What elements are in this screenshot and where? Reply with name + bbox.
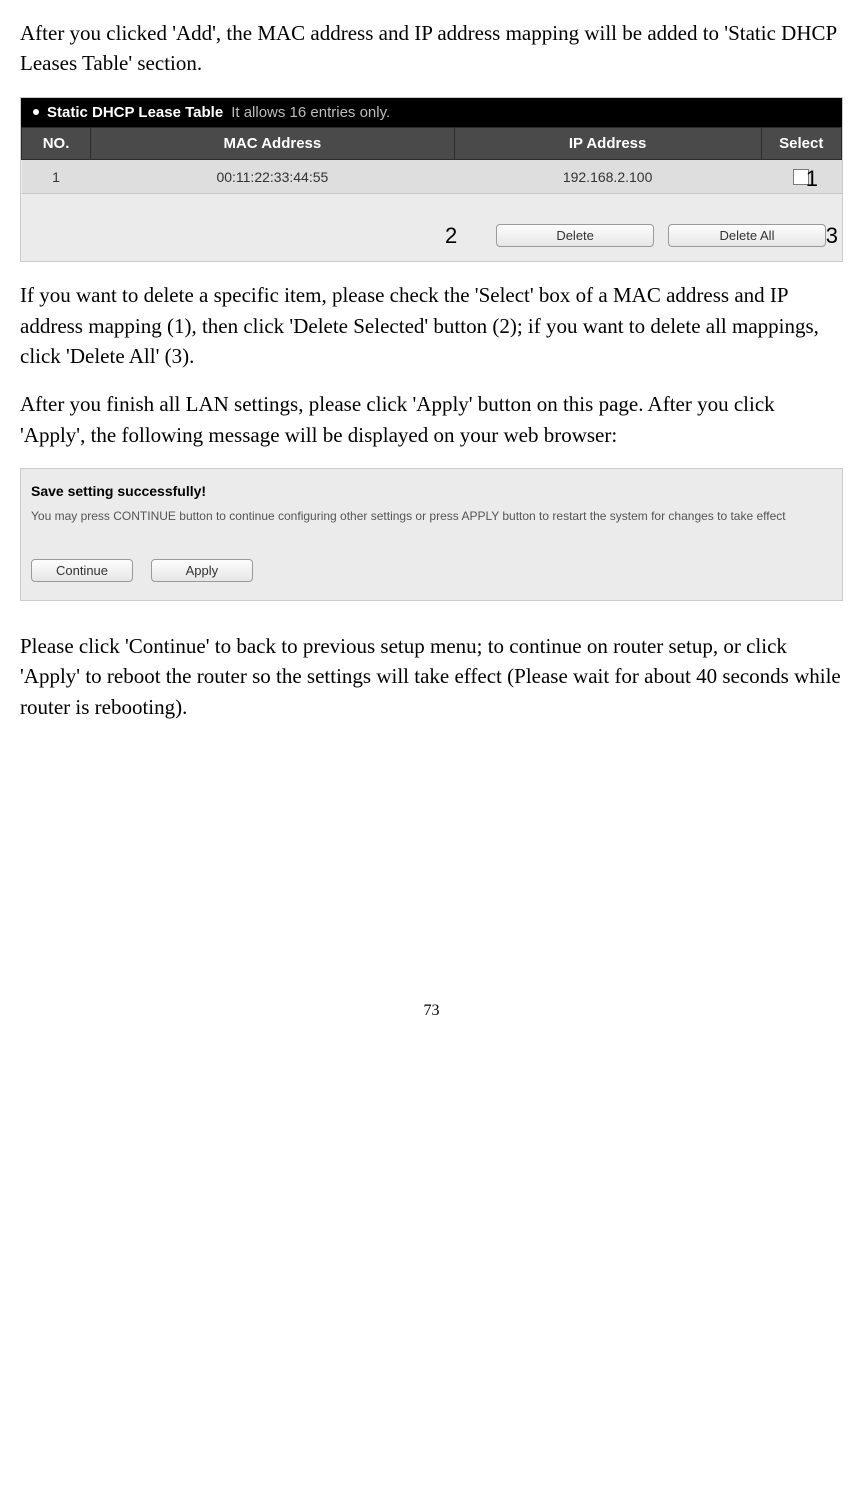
- dhcp-title-text: Static DHCP Lease Table: [47, 104, 223, 121]
- intro-paragraph: After you clicked 'Add', the MAC address…: [20, 18, 843, 79]
- header-mac: MAC Address: [91, 127, 455, 159]
- final-paragraph: Please click 'Continue' to back to previ…: [20, 631, 843, 722]
- apply-paragraph: After you finish all LAN settings, pleas…: [20, 389, 843, 450]
- cell-no: 1: [22, 159, 91, 193]
- delete-button[interactable]: Delete: [496, 224, 654, 247]
- delete-all-button[interactable]: Delete All: [668, 224, 826, 247]
- page-number: 73: [20, 1002, 843, 1040]
- header-ip: IP Address: [454, 127, 761, 159]
- bullet-icon: [33, 109, 39, 115]
- cell-select: [761, 159, 841, 193]
- dhcp-hint: It allows 16 entries only.: [231, 104, 390, 121]
- save-setting-screenshot: Save setting successfully! You may press…: [20, 468, 843, 601]
- cell-mac: 00:11:22:33:44:55: [91, 159, 455, 193]
- dhcp-title-bar: Static DHCP Lease Table It allows 16 ent…: [21, 98, 842, 127]
- header-no: NO.: [22, 127, 91, 159]
- annotation-1: 1: [806, 166, 818, 192]
- table-row: 1 00:11:22:33:44:55 192.168.2.100: [22, 159, 842, 193]
- annotation-3: 3: [826, 223, 838, 249]
- dhcp-header-row: NO. MAC Address IP Address Select: [22, 127, 842, 159]
- dhcp-table: NO. MAC Address IP Address Select 1 00:1…: [21, 127, 842, 194]
- delete-paragraph: If you want to delete a specific item, p…: [20, 280, 843, 371]
- save-message: You may press CONTINUE button to continu…: [21, 505, 842, 531]
- cell-ip: 192.168.2.100: [454, 159, 761, 193]
- annotation-2: 2: [445, 223, 457, 249]
- apply-button[interactable]: Apply: [151, 559, 253, 582]
- save-title: Save setting successfully!: [21, 469, 842, 505]
- continue-button[interactable]: Continue: [31, 559, 133, 582]
- dhcp-button-row: Delete Delete All: [21, 194, 842, 261]
- header-select: Select: [761, 127, 841, 159]
- save-button-row: Continue Apply: [21, 531, 842, 600]
- dhcp-lease-table-screenshot: Static DHCP Lease Table It allows 16 ent…: [20, 97, 843, 262]
